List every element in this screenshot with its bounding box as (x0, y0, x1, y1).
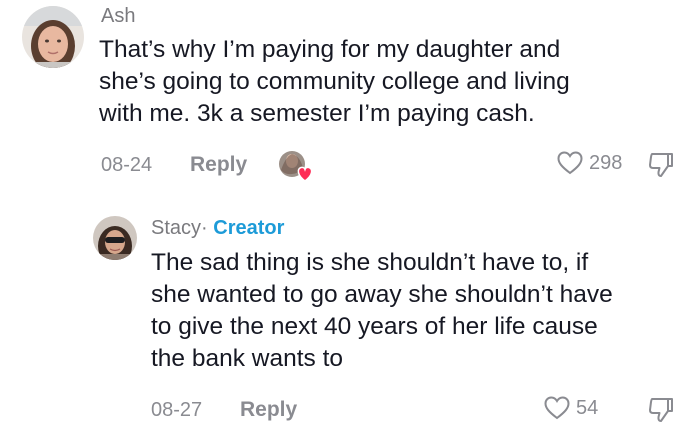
dislike-button[interactable] (648, 397, 674, 428)
username[interactable]: Ash (101, 5, 135, 28)
dislike-button[interactable] (648, 152, 674, 183)
comment-text-line: That’s why I’m paying for my daughter an… (99, 36, 561, 63)
like-count: 54 (576, 396, 599, 419)
like-button[interactable]: 298 (557, 151, 622, 175)
separator-dot: · (201, 217, 208, 239)
avatar[interactable] (93, 216, 137, 260)
comment-text-line: she’s going to community college and liv… (99, 68, 570, 95)
creator-liked-heart-icon (279, 151, 313, 182)
thumbs-down-icon (649, 153, 673, 177)
comment-text-line: she wanted to go away she shouldn’t have (151, 281, 613, 308)
thumbs-down-icon (649, 398, 673, 422)
comment-date: 08-24 (101, 154, 153, 176)
heart-outline-icon (544, 396, 570, 420)
comment-text: That’s why I’m paying for my daughter an… (99, 34, 570, 130)
avatar[interactable] (22, 6, 84, 68)
comment-text-line: The sad thing is she shouldn’t have to, … (151, 249, 589, 276)
creator-badge: Creator (213, 217, 285, 239)
username[interactable]: Stacy (151, 217, 201, 239)
like-count: 298 (589, 151, 623, 174)
comment-text: The sad thing is she shouldn’t have to, … (151, 247, 613, 375)
like-button[interactable]: 54 (544, 396, 598, 420)
comment-text-line: with me. 3k a semester I’m paying cash. (99, 100, 535, 127)
comment-text-line: to give the next 40 years of her life ca… (151, 313, 598, 340)
creator-liked-badge (278, 148, 314, 184)
reply-button[interactable]: Reply (240, 398, 297, 422)
comment-text-line: the bank wants to (151, 345, 344, 372)
comment-date: 08-27 (151, 399, 203, 421)
reply-button[interactable]: Reply (190, 153, 247, 177)
heart-outline-icon (557, 151, 583, 175)
comment-author-line: Stacy· Creator (151, 217, 284, 240)
